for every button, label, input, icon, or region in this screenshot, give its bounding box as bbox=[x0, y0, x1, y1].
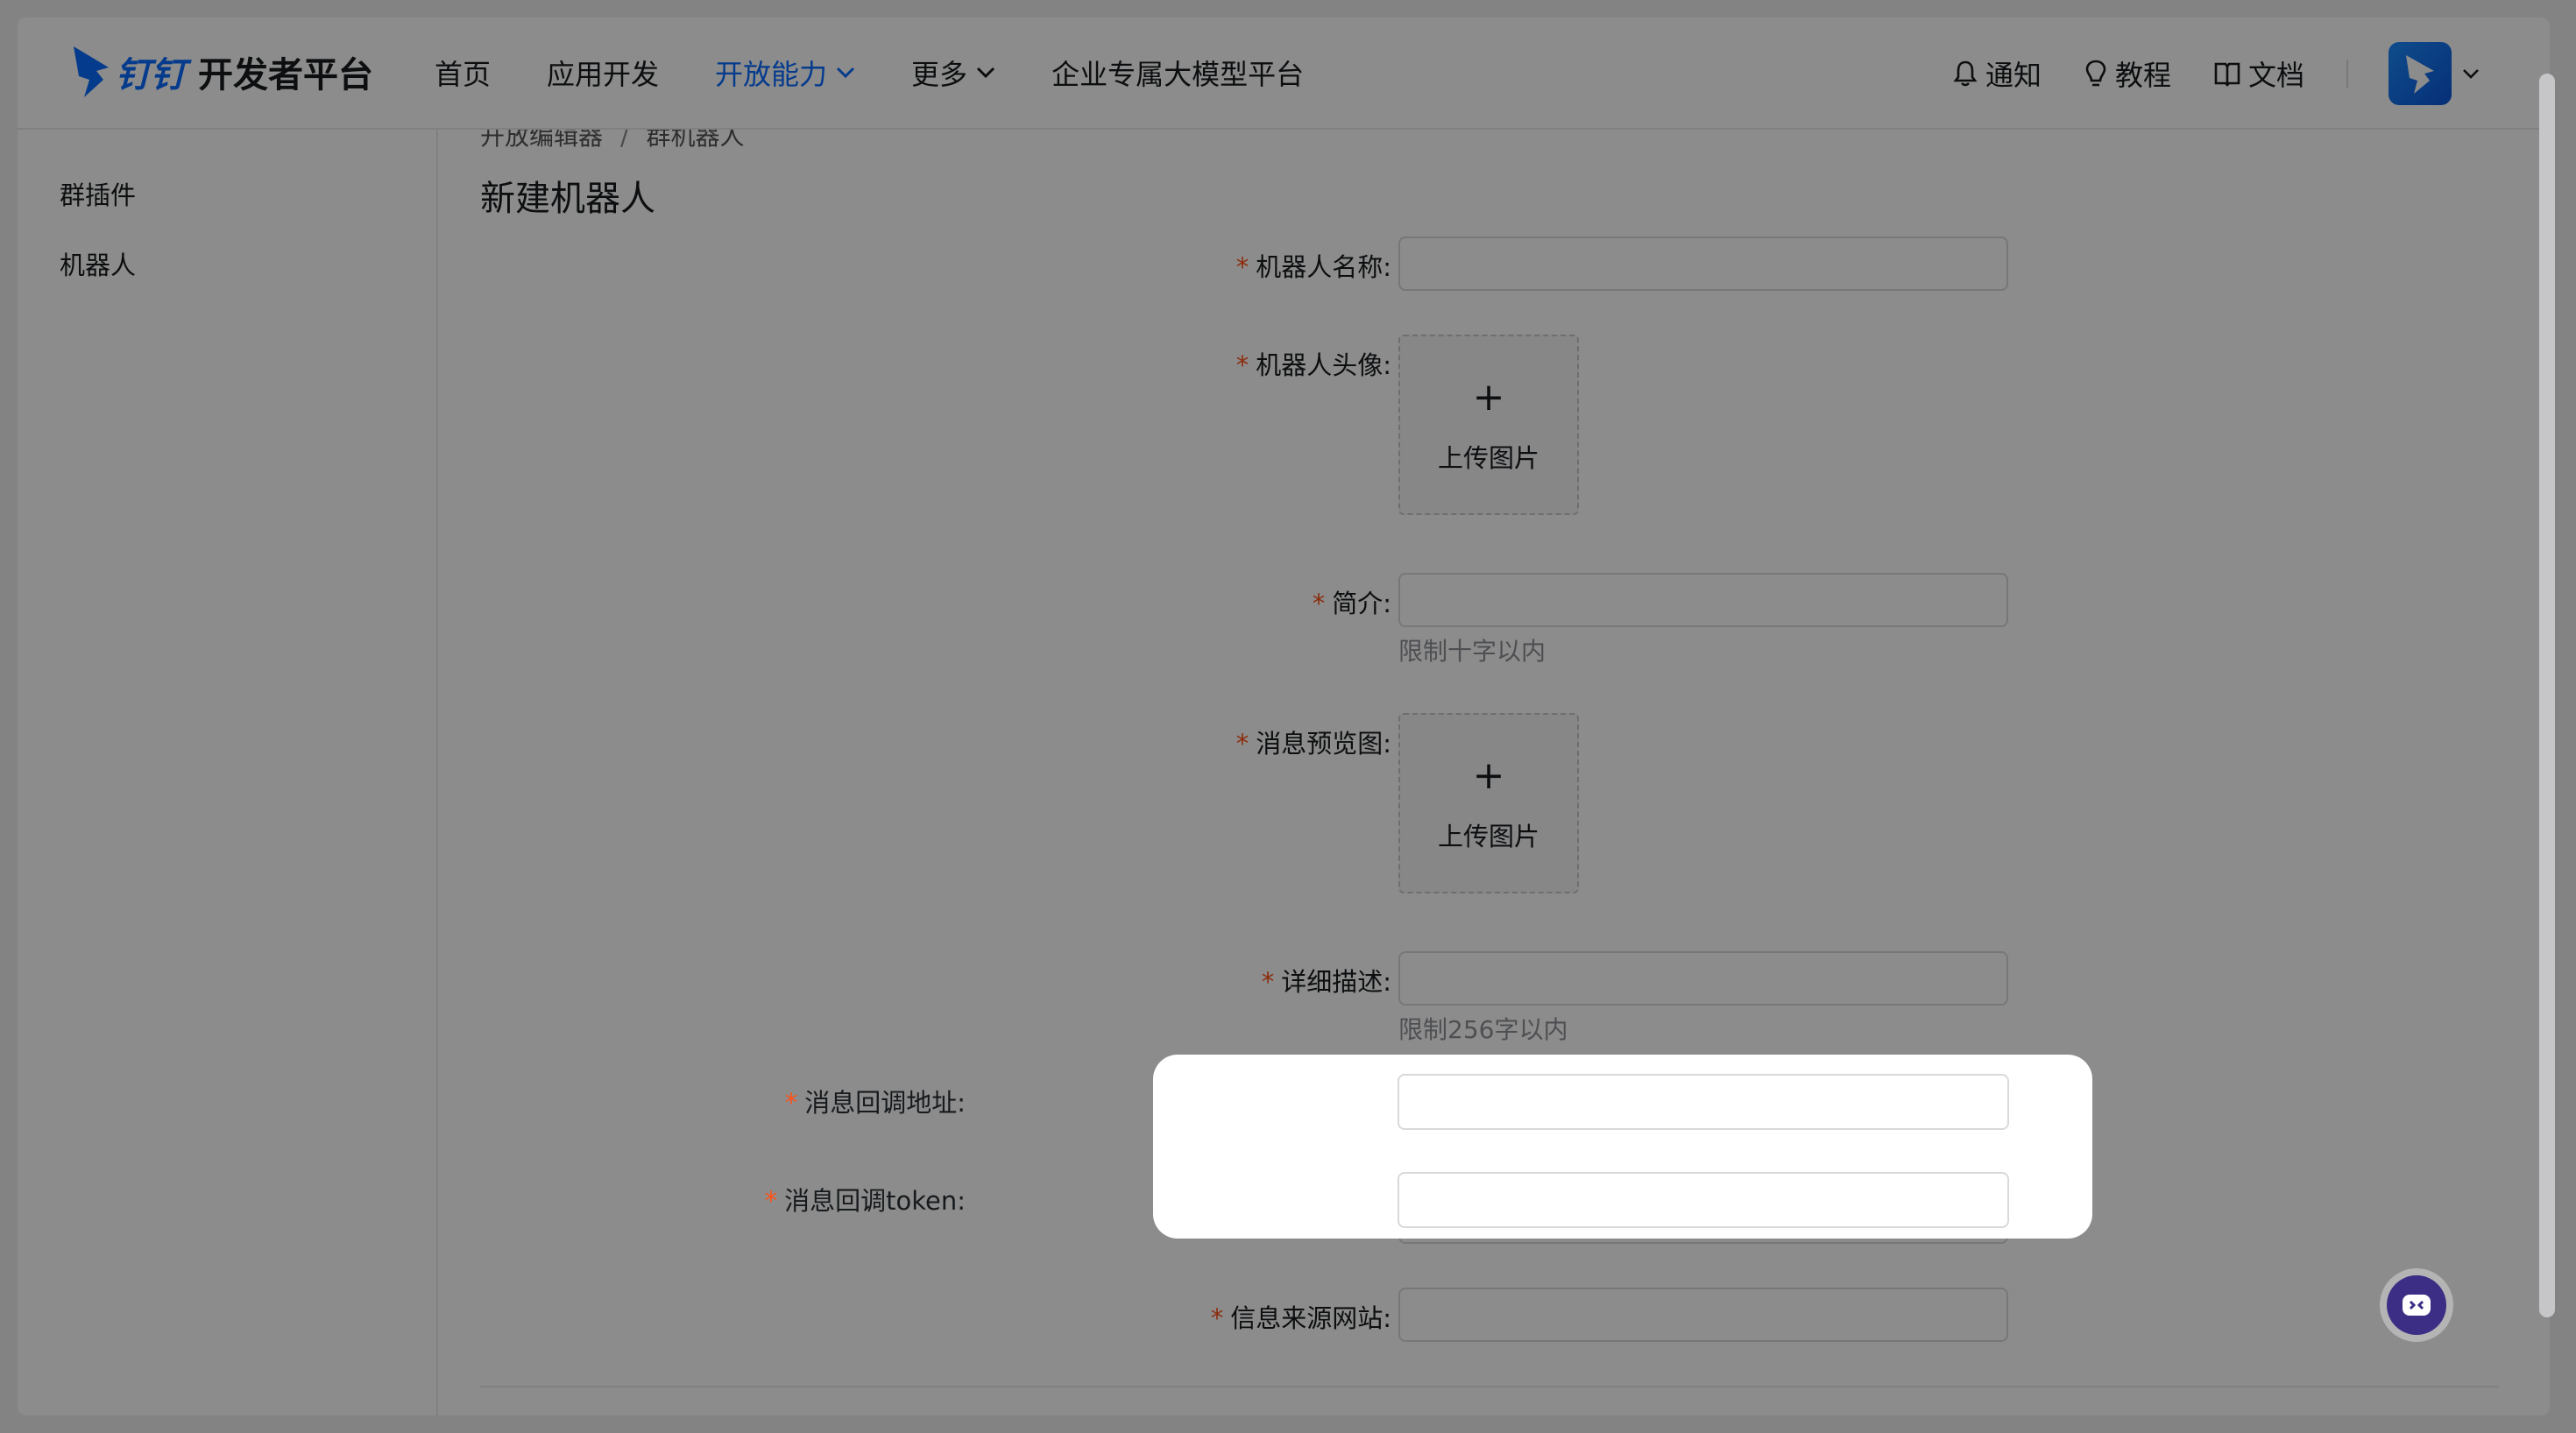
detail-description-input[interactable] bbox=[1398, 951, 2008, 1006]
nav-item-enterprise-llm[interactable]: 企业专属大模型平台 bbox=[1051, 53, 1304, 93]
page-title: 新建机器人 bbox=[480, 179, 655, 219]
header-divider bbox=[2346, 60, 2348, 88]
tutorial-button[interactable]: 教程 bbox=[2084, 53, 2171, 94]
intro-input[interactable] bbox=[1398, 573, 2008, 627]
robot-avatar-label: * 机器人头像: bbox=[1235, 350, 1391, 380]
dingtalk-logo[interactable]: 钉钉 开发者平台 bbox=[72, 40, 373, 103]
tutorial-label: 教程 bbox=[2114, 59, 2171, 92]
callback-url-label: * 消息回调地址: bbox=[784, 1088, 966, 1118]
breadcrumb-parent[interactable]: 开放编辑器 bbox=[480, 130, 603, 151]
plus-icon: + bbox=[1472, 753, 1505, 798]
breadcrumb-current: 群机器人 bbox=[646, 130, 745, 151]
footer-divider bbox=[480, 1386, 2499, 1387]
chevron-down-icon bbox=[836, 67, 855, 79]
notify-button[interactable]: 通知 bbox=[1952, 53, 2042, 94]
upload-label: 上传图片 bbox=[1437, 822, 1539, 851]
docs-label: 文档 bbox=[2247, 59, 2304, 92]
callback-token-input[interactable] bbox=[1398, 1172, 2009, 1228]
header-tools: 通知 教程 文档 bbox=[1910, 42, 2480, 105]
book-icon bbox=[2214, 62, 2240, 87]
chevron-down-icon bbox=[977, 67, 995, 79]
detail-description-hint: 限制256字以内 bbox=[1398, 1015, 1568, 1044]
dingtalk-wing-icon bbox=[74, 46, 109, 97]
nav-item-home[interactable]: 首页 bbox=[435, 53, 491, 93]
chat-bubble-icon bbox=[2403, 1295, 2431, 1316]
chevron-down-icon[interactable] bbox=[2462, 68, 2480, 79]
assistant-float-button[interactable] bbox=[2387, 1275, 2446, 1335]
dingtalk-wing-icon bbox=[2406, 55, 2434, 94]
robot-avatar-upload[interactable]: + 上传图片 bbox=[1398, 335, 1579, 515]
logo-suffix: 开发者平台 bbox=[198, 55, 373, 95]
breadcrumb-separator: / bbox=[620, 130, 629, 151]
source-site-label: * 信息来源网站: bbox=[1210, 1303, 1391, 1333]
upload-label: 上传图片 bbox=[1437, 443, 1539, 473]
nav-item-open-capabilities[interactable]: 开放能力 bbox=[715, 53, 855, 93]
sidebar: 群插件 机器人 bbox=[18, 130, 438, 1415]
callback-highlight-panel: * 消息回调地址: * 消息回调token: bbox=[765, 1055, 2092, 1239]
lightbulb-icon bbox=[2085, 60, 2106, 87]
source-site-input[interactable] bbox=[1398, 1288, 2008, 1342]
main-nav: 首页 应用开发 开放能力 更多 企业专属大模型平台 bbox=[435, 51, 1360, 95]
docs-button[interactable]: 文档 bbox=[2213, 53, 2304, 94]
detail-description-label: * 详细描述: bbox=[1261, 967, 1391, 997]
sidebar-item-robot[interactable]: 机器人 bbox=[60, 245, 136, 282]
intro-hint: 限制十字以内 bbox=[1398, 637, 1546, 666]
top-header: 钉钉 开发者平台 首页 应用开发 开放能力 更多 企业专属大模型平台 通知 教程… bbox=[18, 18, 2550, 130]
message-preview-upload[interactable]: + 上传图片 bbox=[1398, 713, 1579, 893]
callback-token-label: * 消息回调token: bbox=[764, 1186, 966, 1216]
nav-item-more[interactable]: 更多 bbox=[911, 53, 995, 93]
notify-label: 通知 bbox=[1985, 59, 2042, 92]
intro-label: * 简介: bbox=[1312, 589, 1391, 618]
bell-icon bbox=[1953, 60, 1978, 87]
message-preview-label: * 消息预览图: bbox=[1235, 729, 1391, 759]
robot-name-input[interactable] bbox=[1398, 236, 2008, 291]
breadcrumb: 开放编辑器 / 群机器人 bbox=[480, 130, 744, 152]
sidebar-item-group-plugin[interactable]: 群插件 bbox=[60, 175, 136, 212]
avatar[interactable] bbox=[2388, 42, 2452, 105]
nav-item-app-dev[interactable]: 应用开发 bbox=[547, 53, 659, 93]
page-scrollbar[interactable] bbox=[2539, 74, 2555, 1317]
robot-name-label: * 机器人名称: bbox=[1235, 252, 1391, 282]
plus-icon: + bbox=[1472, 375, 1505, 420]
logo-brand: 钉钉 bbox=[116, 55, 186, 95]
callback-url-input[interactable] bbox=[1398, 1074, 2009, 1130]
